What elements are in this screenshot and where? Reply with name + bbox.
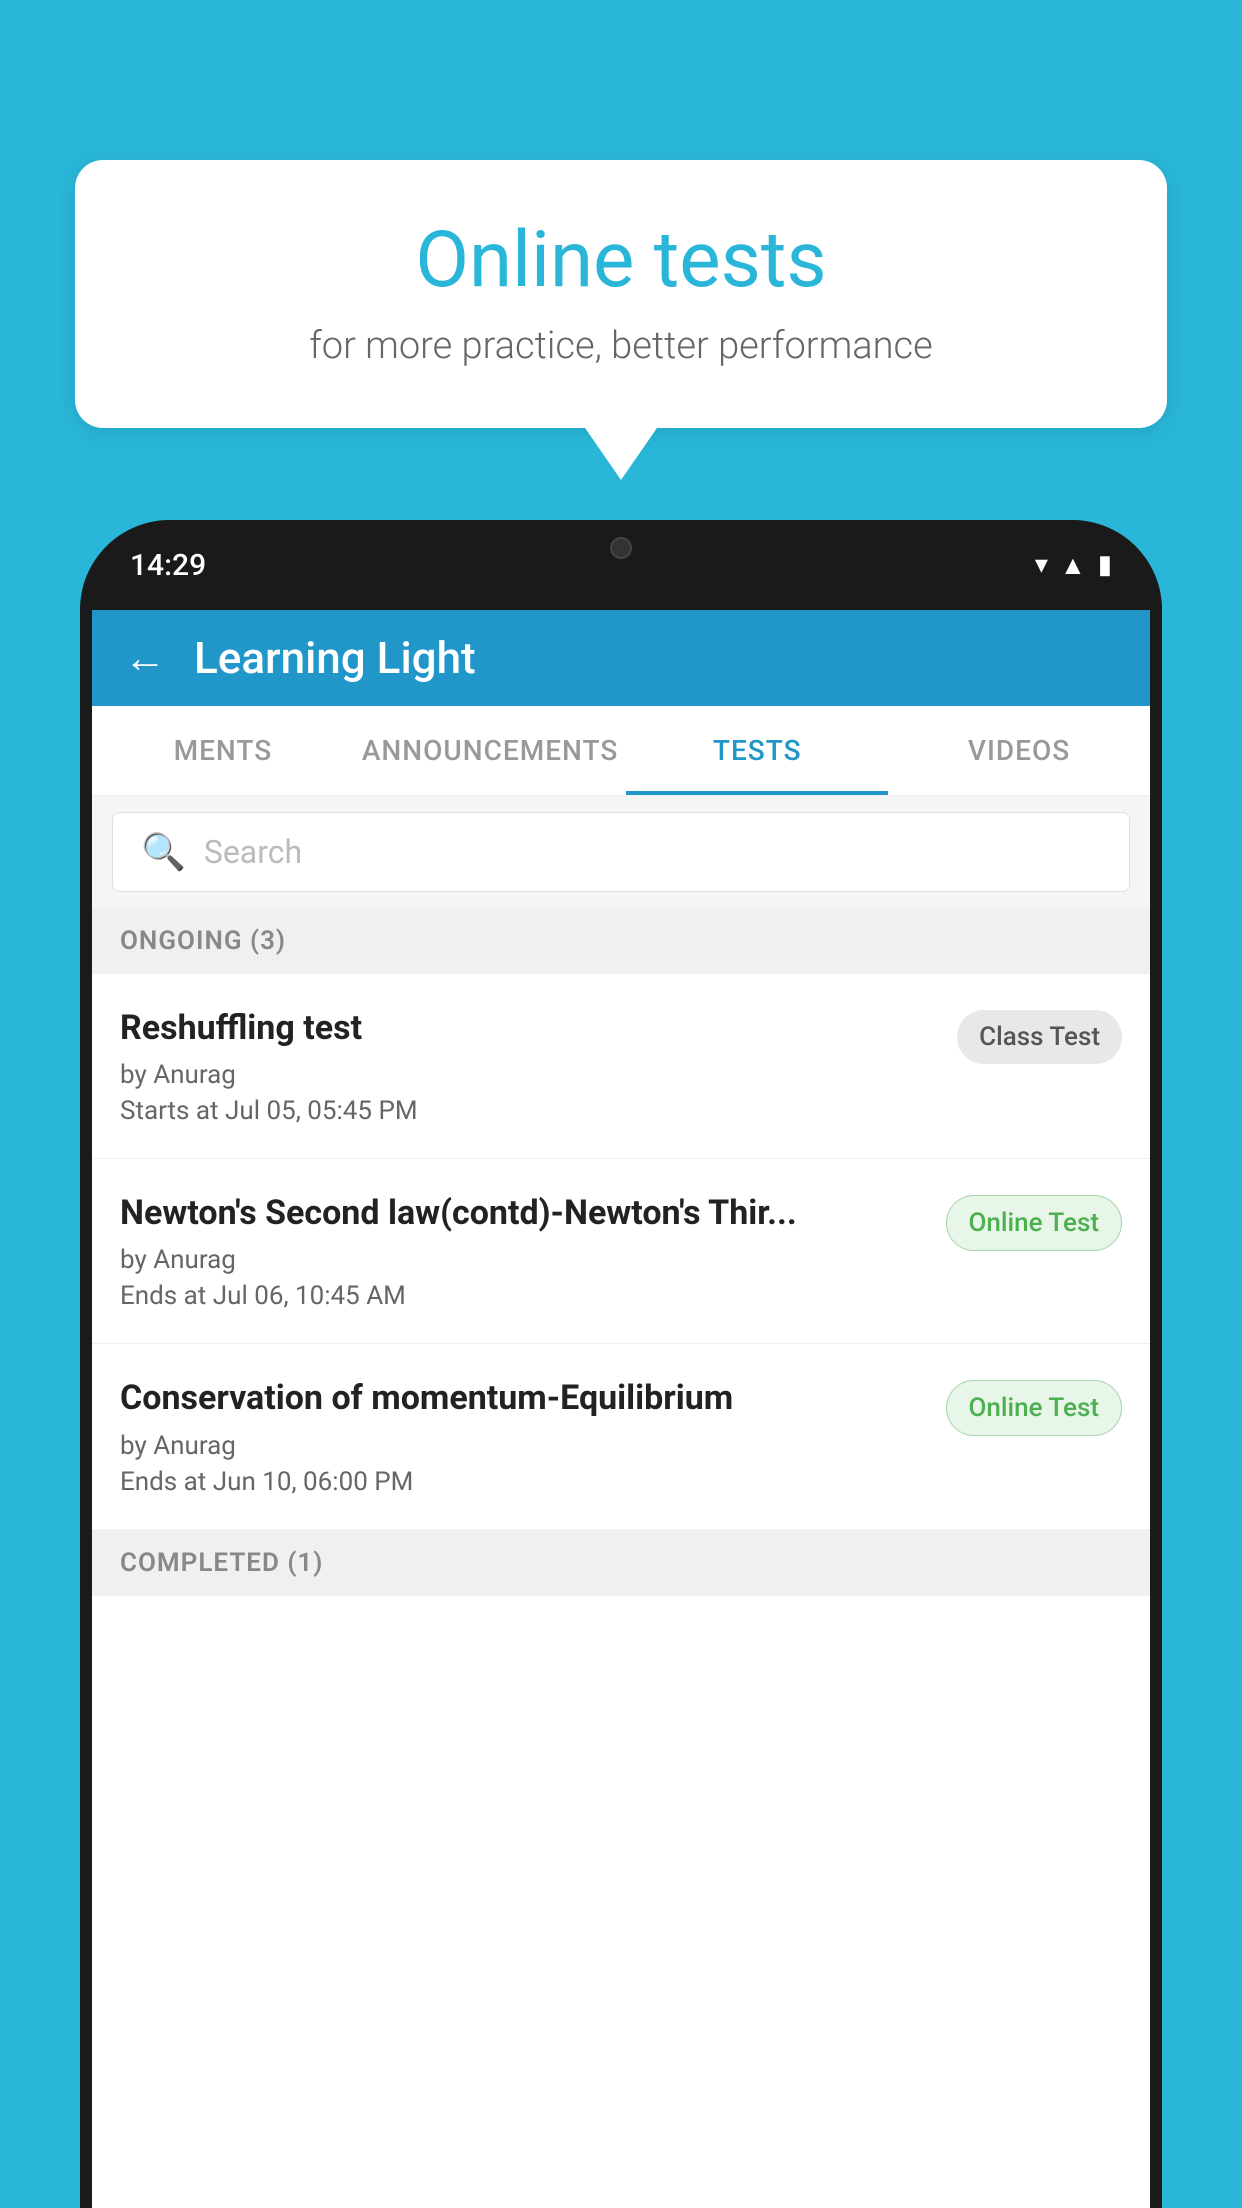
tab-bar: MENTS ANNOUNCEMENTS TESTS VIDEOS xyxy=(92,706,1150,796)
test-badge-online-2: Online Test xyxy=(946,1380,1123,1436)
test-time: Ends at Jun 10, 06:00 PM xyxy=(120,1467,926,1497)
test-name: Conservation of momentum-Equilibrium xyxy=(120,1376,926,1420)
test-item[interactable]: Conservation of momentum-Equilibrium by … xyxy=(92,1344,1150,1529)
tab-ments[interactable]: MENTS xyxy=(92,706,354,795)
test-time: Ends at Jul 06, 10:45 AM xyxy=(120,1281,926,1311)
tab-announcements[interactable]: ANNOUNCEMENTS xyxy=(354,706,626,795)
camera xyxy=(610,537,632,559)
app-title: Learning Light xyxy=(194,632,476,684)
test-time: Starts at Jul 05, 05:45 PM xyxy=(120,1096,937,1126)
search-input[interactable]: 🔍 Search xyxy=(112,812,1130,892)
test-item[interactable]: Newton's Second law(contd)-Newton's Thir… xyxy=(92,1159,1150,1344)
search-icon: 🔍 xyxy=(141,831,186,873)
speech-bubble: Online tests for more practice, better p… xyxy=(75,160,1167,428)
app-header: ← Learning Light xyxy=(92,610,1150,706)
tab-tests[interactable]: TESTS xyxy=(626,706,888,795)
signal-icon: ▲ xyxy=(1060,550,1086,581)
test-author: by Anurag xyxy=(120,1431,926,1461)
search-placeholder: Search xyxy=(204,833,302,871)
completed-section-header: COMPLETED (1) xyxy=(92,1530,1150,1596)
test-author: by Anurag xyxy=(120,1245,926,1275)
wifi-icon: ▾ xyxy=(1035,550,1048,580)
test-name: Newton's Second law(contd)-Newton's Thir… xyxy=(120,1191,926,1235)
test-list: Reshuffling test by Anurag Starts at Jul… xyxy=(92,974,1150,1530)
test-item[interactable]: Reshuffling test by Anurag Starts at Jul… xyxy=(92,974,1150,1159)
phone-frame: 14:29 ▾ ▲ ▮ ← Learning Light MENTS ANNOU… xyxy=(80,520,1162,2208)
phone-notch xyxy=(561,520,681,575)
test-info: Reshuffling test by Anurag Starts at Jul… xyxy=(120,1006,937,1126)
status-bar: 14:29 ▾ ▲ ▮ xyxy=(80,520,1162,610)
test-info: Newton's Second law(contd)-Newton's Thir… xyxy=(120,1191,926,1311)
bubble-subtitle: for more practice, better performance xyxy=(135,324,1107,368)
ongoing-section-header: ONGOING (3) xyxy=(92,908,1150,974)
test-badge-online: Online Test xyxy=(946,1195,1123,1251)
test-author: by Anurag xyxy=(120,1060,937,1090)
test-name: Reshuffling test xyxy=(120,1006,937,1050)
phone-screen: ← Learning Light MENTS ANNOUNCEMENTS TES… xyxy=(92,610,1150,2208)
tab-videos[interactable]: VIDEOS xyxy=(888,706,1150,795)
test-info: Conservation of momentum-Equilibrium by … xyxy=(120,1376,926,1496)
bubble-title: Online tests xyxy=(135,215,1107,306)
search-bar-container: 🔍 Search xyxy=(92,796,1150,908)
back-button[interactable]: ← xyxy=(124,634,166,683)
test-badge-class: Class Test xyxy=(957,1010,1122,1064)
status-time: 14:29 xyxy=(130,548,206,583)
status-icons: ▾ ▲ ▮ xyxy=(1035,550,1112,581)
battery-icon: ▮ xyxy=(1098,550,1112,580)
